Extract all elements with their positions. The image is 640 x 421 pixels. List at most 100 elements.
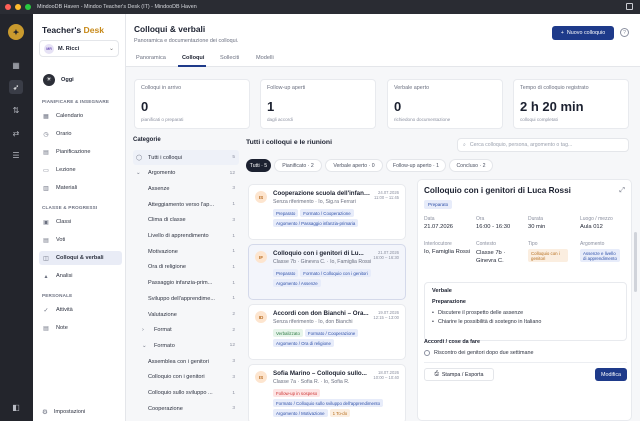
card-time: 16:00 – 16:30 [373,255,399,261]
field-value: 16:00 - 16:30 [476,224,511,230]
sidebar-item-label: Analisi [56,273,73,279]
tree-item[interactable]: Motivazione 1 [133,244,239,259]
sidebar-item-lezione[interactable]: ▭ Lezione [39,163,122,177]
edit-button[interactable]: Modifica [595,368,627,381]
search-placeholder: Cerca colloquio, persona, argomento o ta… [469,142,573,148]
sidebar-item-label: Materiali [56,185,78,191]
tree-item[interactable]: Valutazione 2 [133,307,239,322]
tree-item-label: Ora di religione [148,264,186,271]
new-meeting-button[interactable]: + Nuovo colloquio [552,26,614,40]
tree-item-count: 12 [229,170,235,176]
meeting-card[interactable]: IF Colloquio con i genitori di Lu... Class… [248,244,406,300]
sliders-icon[interactable]: ☰ [9,148,23,162]
tab-meetings[interactable]: Colloqui [182,55,204,61]
tree-item[interactable]: ⌄ Formato 12 [133,338,239,353]
filter-all[interactable]: Tutti · 5 [246,159,271,172]
external-window-icon[interactable] [626,3,633,10]
open-external-icon[interactable]: ⤢ [619,187,625,195]
brand-title: Teacher's Desk [42,25,105,35]
sidebar-item-analisi[interactable]: ▴ Analisi [39,269,122,283]
tab-reminders[interactable]: Solleciti [220,55,239,61]
tag-badge: Argomento / Assenze [273,279,321,287]
tree-item[interactable]: Ora di religione 1 [133,260,239,275]
tree-item[interactable]: Atteggiamento verso l'ap... 1 [133,197,239,212]
tree-item[interactable]: Assenze 3 [133,181,239,196]
rocket-icon[interactable]: ➶ [9,80,23,94]
topic-badge: Assenze e livello di apprendimento [580,249,620,262]
zoom-window-button[interactable] [25,4,31,10]
nav-settings-label: Impostazioni [53,409,86,415]
tree-item[interactable]: Assemblea con i genitori 3 [133,354,239,369]
minutes-bullet: Discutere il prospetto delle assenze [432,310,523,316]
tree-item[interactable]: Livello di apprendimento 1 [133,229,239,244]
tree-item[interactable]: Cooperazione 3 [133,401,239,416]
todo-checkbox[interactable] [424,350,430,356]
grid-icon[interactable]: ▦ [9,58,23,72]
collapse-sidebar-icon[interactable]: ◧ [9,400,23,414]
filter-open-followup[interactable]: Follow-up aperto · 1 [386,159,446,172]
sidebar-item-classi[interactable]: ▣ Classi [39,215,122,229]
minutes-box: Verbale Preparazione Discutere il prospe… [424,282,627,341]
tree-item[interactable]: ◯ Tutti i colloqui 5 [133,150,239,165]
tree-item[interactable]: Sviluppo dell'apprendime... 1 [133,291,239,306]
scrollbar[interactable] [634,232,637,292]
card-title: Accordi con don Bianchi – Ora... [273,310,369,317]
nav-icon: ▤ [43,237,49,244]
todo-item[interactable]: Riscontro dei genitori dopo due settiman… [424,350,534,356]
tab-bar: Panoramica Colloqui Solleciti Modelli [126,48,640,67]
section-classes: CLASSE & PROGRESSI [42,205,98,210]
stat-label: Colloqui in arrivo [141,85,182,91]
search-input[interactable]: ⌕ Cerca colloquio, persona, argomento o … [457,138,629,152]
tree-item-label: Clima di classe [148,217,186,224]
help-icon[interactable]: ? [620,28,629,37]
tag-badge: Formato / Colloquio con i genitori [300,269,371,277]
nav-settings[interactable]: ⚙ Impostazioni [42,408,85,416]
tree-item[interactable]: Passaggio infanzia-prim... 1 [133,276,239,291]
meeting-card[interactable]: IS Sofia Marino – Colloquio sullo... Class… [248,364,406,421]
card-title: Colloquio con i genitori di Lu... [273,250,364,257]
stat-label: Verbale aperto [394,85,430,91]
tree-item[interactable]: Colloquio sullo sviluppo ... 1 [133,386,239,401]
sidebar-item-orario[interactable]: ◷ Orario [39,127,122,141]
sidebar-item-calendario[interactable]: ▦ Calendario [39,109,122,123]
user-switcher[interactable]: MR M. Ricci ⌄ [39,40,119,57]
avatar: MR [44,43,54,54]
meeting-card[interactable]: IS Cooperazione scuola dell'infanzia... Se… [248,184,406,240]
field-value: Aula 012 [580,224,603,230]
transfer-icon[interactable]: ⇄ [9,126,23,140]
nav-icon: ◫ [43,255,49,262]
tree-item[interactable]: Colloquio con i genitori 3 [133,370,239,385]
meeting-card[interactable]: ID Accordi con don Bianchi – Ora... Senza … [248,304,406,360]
print-export-button[interactable]: ⎙ Stampa / Esporta [424,368,494,381]
filter-planned[interactable]: Pianificato · 2 [274,159,322,172]
tree-item-label: Tutti i colloqui [148,154,182,161]
tree-item[interactable]: ⌄ Argomento 12 [133,166,239,181]
stat-card: Verbale aperto 0 richiedono documentazio… [387,79,503,129]
swap-icon[interactable]: ⇅ [9,103,23,117]
tree-item-label: Formato [154,342,175,349]
tab-overview[interactable]: Panoramica [136,55,166,61]
tree-item[interactable]: Clima di classe 3 [133,213,239,228]
field-label: Interlocutore [424,241,452,247]
stat-subtitle: dagli accordi [267,117,293,122]
tab-templates[interactable]: Modelli [256,55,274,61]
tree-item-label: Assemblea con i genitori [148,358,209,365]
sidebar-item-materiali[interactable]: ▥ Materiali [39,181,122,195]
sidebar-item-attivit-[interactable]: ✓ Attività [39,303,122,317]
chevron-down-icon: ⌄ [136,170,141,177]
sidebar-item-colloqui-verbali[interactable]: ◫ Colloqui & verbali [39,251,122,265]
tree-item-count: 2 [232,327,235,333]
tag-badge: Follow-up in sospeso [273,389,321,397]
filter-open-minutes[interactable]: Verbale aperto · 0 [325,159,383,172]
nav-today[interactable]: ☀ Oggi [39,71,119,88]
sidebar-item-label: Calendario [56,113,84,119]
filter-closed[interactable]: Concluso · 2 [449,159,493,172]
tree-item-label: Format [154,327,172,334]
sidebar-item-note[interactable]: ▤ Note [39,321,122,335]
sidebar-item-pianificazione[interactable]: ▤ Pianificazione [39,145,122,159]
card-badges: Preparato Formato / Colloquio con i genit… [273,269,403,287]
minimize-window-button[interactable] [15,4,21,10]
close-window-button[interactable] [5,4,11,10]
sidebar-item-voti[interactable]: ▤ Voti [39,233,122,247]
tree-item[interactable]: › Format 2 [133,323,239,338]
